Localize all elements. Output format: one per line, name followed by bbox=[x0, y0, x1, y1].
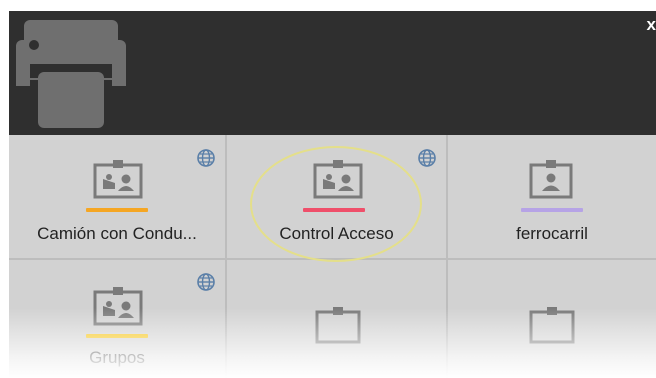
id-badge-icon bbox=[529, 160, 573, 199]
id-card-icon bbox=[313, 160, 363, 199]
template-tile-grupos[interactable]: Grupos bbox=[9, 260, 227, 378]
header-bar: x bbox=[9, 11, 656, 135]
color-bar bbox=[86, 334, 148, 338]
globe-icon bbox=[197, 273, 215, 291]
template-tile-empty[interactable] bbox=[227, 260, 448, 378]
globe-icon bbox=[197, 149, 215, 167]
color-bar bbox=[303, 208, 365, 212]
template-grid: Camión con Condu... Control Acceso ferro… bbox=[9, 135, 656, 378]
tile-label: Grupos bbox=[89, 348, 145, 367]
id-card-icon bbox=[93, 287, 143, 326]
tile-label: ferrocarril bbox=[516, 224, 588, 243]
id-card-icon bbox=[93, 160, 143, 199]
color-bar bbox=[86, 208, 148, 212]
color-bar bbox=[521, 208, 583, 212]
tile-label: Control Acceso bbox=[279, 224, 394, 243]
close-button[interactable]: x bbox=[647, 15, 656, 35]
template-tile-ferrocarril[interactable]: ferrocarril bbox=[448, 135, 656, 260]
globe-icon bbox=[418, 149, 436, 167]
template-tile-empty[interactable] bbox=[448, 260, 656, 378]
template-tile-control-acceso[interactable]: Control Acceso bbox=[227, 135, 448, 260]
blank-card-icon bbox=[315, 307, 361, 344]
printer-icon[interactable] bbox=[16, 20, 126, 128]
tile-label: Camión con Condu... bbox=[37, 224, 197, 243]
blank-card-icon bbox=[529, 307, 575, 344]
template-tile-camion[interactable]: Camión con Condu... bbox=[9, 135, 227, 260]
